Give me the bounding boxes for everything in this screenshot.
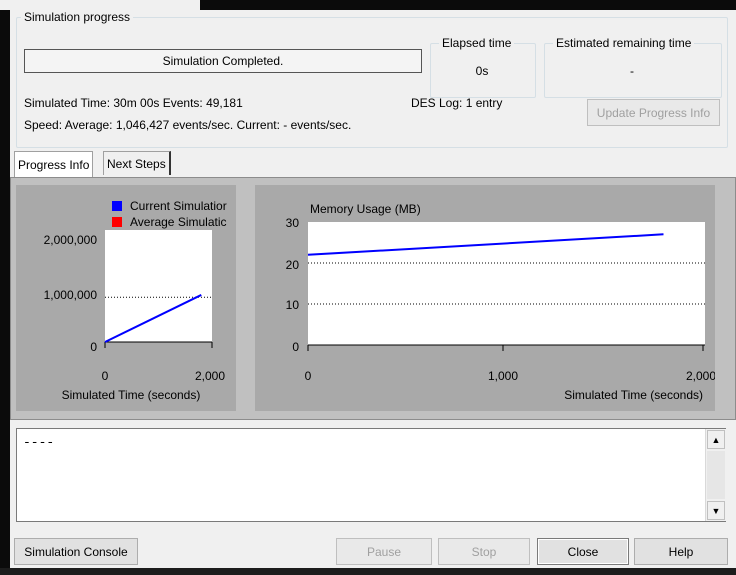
log-scrollbar[interactable]: ▲ ▼ [705,429,726,521]
stop-button[interactable]: Stop [438,538,530,565]
tab-progress-info[interactable]: Progress Info [14,151,94,177]
events-x-axis-label: Simulated Time (seconds) [62,388,201,402]
speed-info: Speed: Average: 1,046,427 events/sec. Cu… [24,118,352,132]
tab-progress-info-label: Progress Info [18,157,90,172]
events-xtick-label-2000: 2,000 [195,369,225,383]
legend-swatch-current [112,201,122,211]
memory-xtick-label-1000: 1,000 [488,369,518,383]
elapsed-time-legend: Elapsed time [442,36,512,50]
simulated-time-events: Simulated Time: 30m 00s Events: 49,181 [24,96,243,110]
arrow-down-icon: ▼ [711,505,721,516]
memory-chart: Memory Usage (MB) 30 20 10 0 0 1,000 2,0… [286,202,717,402]
memory-plot-area [308,222,705,345]
memory-chart-title: Memory Usage (MB) [310,202,421,216]
stop-label: Stop [471,544,497,559]
top-strip [0,0,200,10]
tab-next-steps[interactable]: Next Steps [103,151,171,175]
events-ytick-2m: 2,000,000 [44,233,98,247]
memory-chart-panel: Memory Usage (MB) 30 20 10 0 0 1,000 2,0… [255,185,717,411]
memory-xtick-label-0: 0 [305,369,312,383]
help-button[interactable]: Help [634,538,728,565]
elapsed-time-value: 0s [475,64,489,78]
status-progress-bar: Simulation Completed. [24,49,422,73]
legend-swatch-average [112,217,122,227]
simulation-console-label: Simulation Console [24,544,128,559]
memory-ytick-30: 30 [286,216,300,230]
update-progress-info-label: Update Progress Info [596,105,711,120]
close-label: Close [567,544,599,559]
memory-ytick-20: 20 [286,258,300,272]
log-textarea[interactable]: ---- ▲ ▼ [16,428,726,522]
simulation-console-button[interactable]: Simulation Console [14,538,138,565]
help-label: Help [668,544,694,559]
remaining-time-value: - [630,64,634,78]
events-chart: Current Simulatior Average Simulatic 2,0… [44,199,227,402]
events-ytick-0: 0 [90,340,97,354]
left-backdrop [0,0,10,575]
legend-label-average: Average Simulatic [130,215,227,229]
pause-label: Pause [366,544,402,559]
scroll-down-button[interactable]: ▼ [707,501,725,520]
events-plot-area [105,230,212,342]
events-xtick-label-0: 0 [102,369,109,383]
memory-ytick-0: 0 [292,340,299,354]
remaining-time-legend: Estimated remaining time [556,36,692,50]
arrow-up-icon: ▲ [711,434,721,445]
bottom-strip [0,568,736,575]
events-ytick-1m: 1,000,000 [44,288,98,302]
log-text: ---- [23,435,55,450]
pause-button[interactable]: Pause [336,538,432,565]
close-button[interactable]: Close [537,538,629,565]
update-progress-info-button[interactable]: Update Progress Info [587,99,720,126]
memory-x-axis-label: Simulated Time (seconds) [564,388,703,402]
memory-ytick-10: 10 [286,298,300,312]
events-chart-panel: Current Simulatior Average Simulatic 2,0… [16,185,236,411]
scroll-track[interactable] [707,451,725,499]
legend-label-current: Current Simulatior [130,199,227,213]
status-text: Simulation Completed. [162,54,284,68]
simulation-progress-legend: Simulation progress [24,10,131,24]
scroll-up-button[interactable]: ▲ [707,430,725,449]
tab-next-steps-label: Next Steps [107,156,166,171]
memory-xtick-label-2000: 2,000 [686,369,715,383]
des-log-count: DES Log: 1 entry [411,96,503,110]
